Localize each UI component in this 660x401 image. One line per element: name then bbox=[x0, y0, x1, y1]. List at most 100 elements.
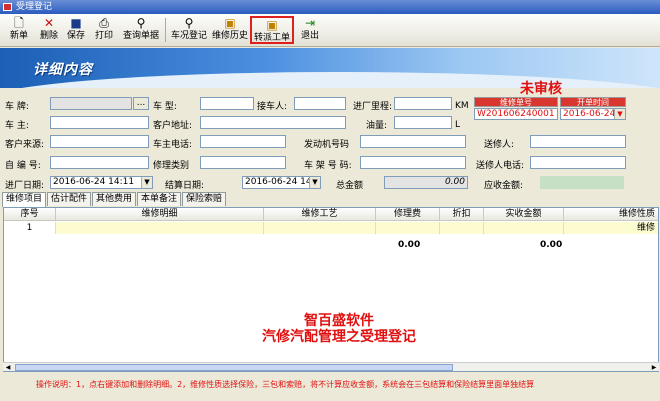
enter-date-label: 进厂日期: bbox=[5, 181, 45, 191]
owner-label: 车 主: bbox=[5, 121, 29, 131]
grid-header: 序号 维修明细 维修工艺 修理费 折扣 实收金额 维修性质 bbox=[4, 208, 658, 221]
binoculars-icon: ⚲ bbox=[136, 16, 146, 30]
order-no-header: 维修单号 bbox=[474, 97, 558, 107]
column-header-process[interactable]: 维修工艺 bbox=[264, 208, 376, 221]
scrollbar-thumb[interactable] bbox=[15, 364, 453, 371]
mileage-input[interactable] bbox=[394, 97, 452, 110]
save-button[interactable]: ■ 保存 bbox=[63, 16, 89, 44]
amount-total: 0.00 bbox=[540, 240, 563, 250]
vin-label: 车 架 号 码: bbox=[304, 161, 352, 171]
column-header-seq[interactable]: 序号 bbox=[4, 208, 56, 221]
vehicle-condition-button[interactable]: ⚲ 车况登记 bbox=[170, 16, 208, 44]
order-no-value: W201606240001 bbox=[474, 108, 558, 120]
work-order-icon: ▣ bbox=[266, 18, 278, 32]
watermark-line2: 汽修汽配管理之受理登记 bbox=[262, 329, 416, 345]
model-input[interactable] bbox=[200, 97, 254, 110]
total-label: 总金额 bbox=[336, 181, 364, 191]
tab-order-notes[interactable]: 本单备注 bbox=[137, 192, 181, 206]
fuel-label: 油量: bbox=[366, 121, 388, 131]
plate-input[interactable] bbox=[50, 97, 132, 110]
mileage-unit: KM bbox=[455, 101, 469, 111]
repair-type-label: 修理类别 bbox=[153, 161, 190, 171]
app-icon bbox=[3, 3, 12, 11]
window-title-bar: 受理登记 bbox=[0, 0, 660, 14]
enter-date-picker[interactable]: 2016-06-24 14:11 ▼ bbox=[50, 176, 153, 189]
fuel-unit: L bbox=[455, 120, 461, 130]
printer-icon: ⎙ bbox=[99, 16, 109, 30]
audit-status: 未审核 bbox=[520, 81, 562, 97]
fee-total: 0.00 bbox=[398, 240, 421, 250]
owner-input[interactable] bbox=[50, 116, 149, 129]
repair-type-input[interactable] bbox=[200, 156, 286, 169]
owner-phone-label: 车主电话: bbox=[153, 140, 193, 150]
column-header-fee[interactable]: 修理费 bbox=[376, 208, 440, 221]
sender-phone-input[interactable] bbox=[530, 156, 626, 169]
cell-detail[interactable] bbox=[56, 222, 264, 234]
print-button[interactable]: ⎙ 打印 bbox=[91, 16, 117, 44]
tab-insurance-claim[interactable]: 保险索赔 bbox=[182, 192, 226, 206]
cell-seq: 1 bbox=[4, 222, 56, 234]
chevron-down-icon: ▼ bbox=[614, 109, 625, 119]
cell-amount[interactable] bbox=[484, 222, 564, 234]
tab-repair-items[interactable]: 维修项目 bbox=[2, 192, 46, 207]
fuel-input[interactable] bbox=[394, 116, 452, 129]
query-button[interactable]: ⚲ 查询单据 bbox=[120, 16, 162, 44]
tab-estimated-parts[interactable]: 估计配件 bbox=[47, 192, 91, 206]
binoculars-icon: ⚲ bbox=[184, 16, 194, 30]
vin-input[interactable] bbox=[360, 156, 466, 169]
mileage-label: 进厂里程: bbox=[353, 102, 393, 112]
repair-items-grid[interactable]: 序号 维修明细 维修工艺 修理费 折扣 实收金额 维修性质 1 维修 bbox=[3, 207, 659, 372]
settle-date-label: 结算日期: bbox=[165, 181, 205, 191]
scroll-left-icon[interactable]: ◀ bbox=[3, 363, 13, 372]
grid-horizontal-scrollbar[interactable]: ◀ ▶ bbox=[3, 362, 659, 371]
plate-label: 车 牌: bbox=[5, 102, 29, 112]
exit-door-icon: ⇥ bbox=[304, 16, 316, 30]
toolbar: 🗋 新单 ✕ 删除 ■ 保存 ⎙ 打印 ⚲ 查询单据 ⚲ 车况登记 ▣ 维修历史… bbox=[0, 14, 660, 47]
repair-history-button[interactable]: ▣ 维修历史 bbox=[211, 16, 249, 44]
receivable-label: 应收金额: bbox=[484, 181, 524, 191]
receiver-input[interactable] bbox=[294, 97, 346, 110]
enter-date-value: 2016-06-24 14:11 bbox=[53, 177, 135, 187]
delete-button[interactable]: ✕ 删除 bbox=[36, 16, 62, 44]
transfer-work-order-button[interactable]: ▣ 转派工单 bbox=[250, 16, 294, 44]
floppy-disk-icon: ■ bbox=[70, 16, 82, 30]
chevron-down-icon: ▼ bbox=[141, 177, 152, 188]
engine-input[interactable] bbox=[360, 135, 466, 148]
column-header-amount[interactable]: 实收金额 bbox=[484, 208, 564, 221]
cell-fee[interactable] bbox=[376, 222, 440, 234]
table-row[interactable]: 1 维修 bbox=[4, 222, 658, 234]
order-time-select[interactable]: 2016-06-24 ▼ bbox=[560, 108, 626, 120]
code-input[interactable] bbox=[50, 156, 149, 169]
sender-phone-label: 送修人电话: bbox=[476, 161, 525, 171]
exit-button[interactable]: ⇥ 退出 bbox=[297, 16, 323, 44]
new-button[interactable]: 🗋 新单 bbox=[6, 16, 32, 44]
settle-date-picker[interactable]: 2016-06-24 14:11 ▼ bbox=[242, 176, 321, 189]
cell-process[interactable] bbox=[264, 222, 376, 234]
watermark: 智百盛软件 汽修汽配管理之受理登记 bbox=[262, 313, 416, 345]
delete-x-icon: ✕ bbox=[43, 16, 55, 30]
model-label: 车 型: bbox=[153, 102, 177, 112]
sender-input[interactable] bbox=[530, 135, 626, 148]
column-header-nature[interactable]: 维修性质 bbox=[564, 208, 658, 221]
address-input[interactable] bbox=[200, 116, 346, 129]
operation-instructions: 操作说明：1，点右键添加和删除明细。2，维修性质选择保险，三包和索赔，将不计算应… bbox=[36, 380, 535, 389]
history-icon: ▣ bbox=[224, 16, 236, 30]
engine-label: 发动机号码 bbox=[304, 140, 350, 150]
column-header-discount[interactable]: 折扣 bbox=[440, 208, 484, 221]
source-input[interactable] bbox=[50, 135, 149, 148]
cell-nature[interactable]: 维修 bbox=[564, 222, 658, 234]
total-value: 0.00 bbox=[384, 176, 468, 189]
order-time-value: 2016-06-24 bbox=[563, 109, 616, 119]
cell-discount[interactable] bbox=[440, 222, 484, 234]
tab-other-fees[interactable]: 其他费用 bbox=[92, 192, 136, 206]
toolbar-separator bbox=[165, 18, 166, 42]
receivable-value bbox=[540, 176, 624, 189]
scroll-right-icon[interactable]: ▶ bbox=[649, 363, 659, 372]
new-document-icon: 🗋 bbox=[14, 16, 24, 30]
source-label: 客户来源: bbox=[5, 140, 45, 150]
column-header-detail[interactable]: 维修明细 bbox=[56, 208, 264, 221]
receiver-label: 接车人: bbox=[257, 102, 288, 112]
plate-browse-button[interactable]: ... bbox=[133, 97, 149, 110]
chevron-down-icon: ▼ bbox=[309, 177, 320, 188]
owner-phone-input[interactable] bbox=[200, 135, 286, 148]
